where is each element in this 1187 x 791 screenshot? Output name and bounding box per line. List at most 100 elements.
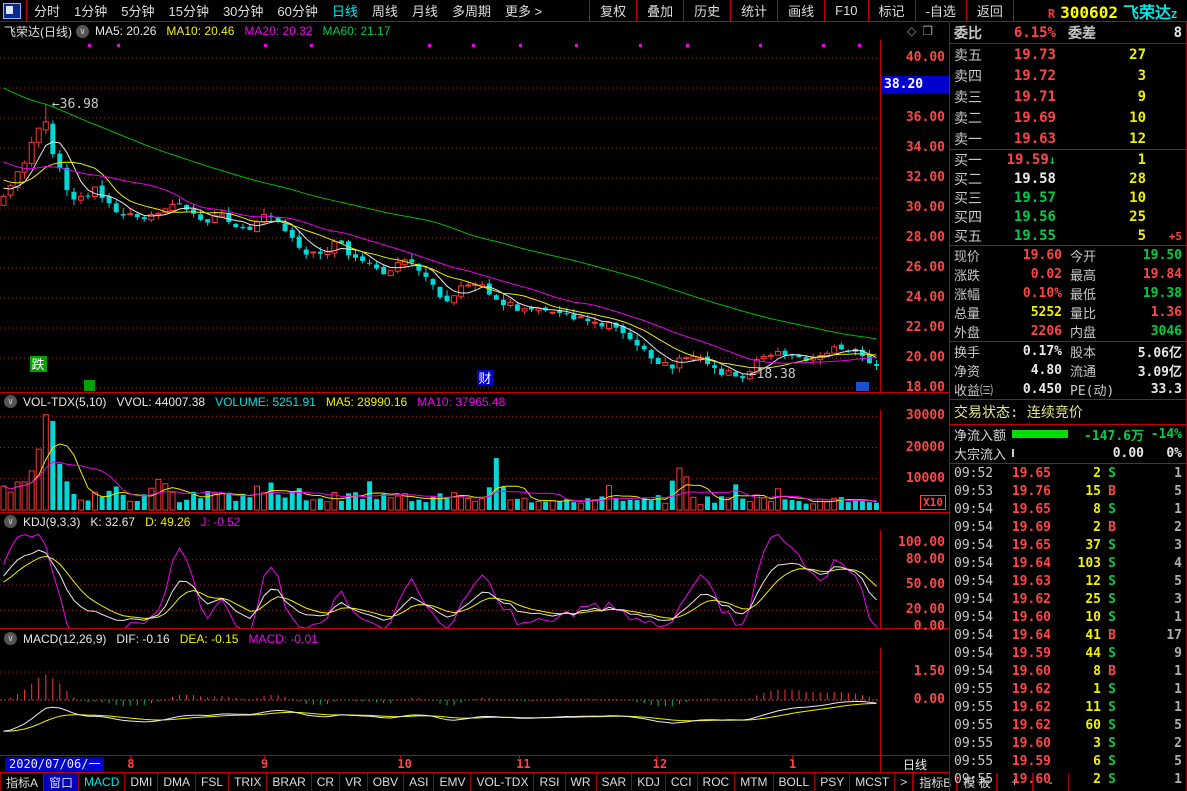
toolbar-item-cci[interactable]: CCI: [666, 773, 698, 791]
toolbar-item-roc[interactable]: ROC: [698, 773, 736, 791]
kdj-axis-label-4: 0.00: [914, 619, 945, 635]
tick-row-17: 09:5519.596S5: [950, 752, 1186, 770]
tick-count: 2: [1123, 520, 1182, 535]
menu-tab-2[interactable]: 1分钟: [67, 1, 114, 20]
bid-row-3-price: 19.57: [996, 190, 1056, 206]
menu-tab-5[interactable]: 30分钟: [216, 1, 270, 20]
toolbar-item-brar[interactable]: BRAR: [267, 773, 311, 791]
ask-row-3[interactable]: 卖三19.719: [950, 86, 1186, 107]
menu-button-7[interactable]: 标记: [869, 0, 916, 21]
tick-price: 19.60: [996, 664, 1051, 679]
tick-list[interactable]: 09:5219.652S109:5319.7615B509:5419.658S1…: [950, 464, 1186, 791]
info-row-7: 净资4.80流通3.09亿: [950, 361, 1186, 380]
ask-row-1[interactable]: 卖一19.6312: [950, 128, 1186, 149]
vol-header-seg-1: VVOL: 44007.38: [116, 395, 205, 409]
chevron-down-icon[interactable]: ∨: [4, 632, 17, 645]
toolbar-item-sar[interactable]: SAR: [597, 773, 633, 791]
ask-row-2[interactable]: 卖二19.6910: [950, 107, 1186, 128]
macd-chart[interactable]: [0, 648, 880, 755]
info-value: 3.09亿: [1118, 361, 1182, 380]
menu-button-5[interactable]: 画线: [778, 0, 825, 21]
toolbar-item-a[interactable]: 指标A: [0, 773, 44, 791]
kdj-chart[interactable]: [0, 530, 880, 628]
toolbar-item-obv[interactable]: OBV: [368, 773, 404, 791]
tick-volume: 25: [1051, 592, 1101, 607]
toolbar-item-psy[interactable]: PSY: [815, 773, 850, 791]
info-row-6: 换手0.17%股本5.06亿: [950, 342, 1186, 361]
toolbar-item-kdj[interactable]: KDJ: [632, 773, 666, 791]
menu-tab-1[interactable]: 分时: [27, 1, 67, 20]
kdj-axis: 100.0080.0050.0020.000.00: [880, 530, 949, 628]
ask-row-5-label: 卖五: [954, 45, 996, 65]
chevron-down-icon[interactable]: ∨: [76, 25, 89, 38]
menu-button-4[interactable]: 统计: [731, 0, 778, 21]
panel-icon[interactable]: ❐: [922, 24, 939, 38]
bid-row-4[interactable]: 买四19.5625: [950, 207, 1186, 226]
volume-unit-label: X10: [920, 495, 946, 510]
toolbar-item-rsi[interactable]: RSI: [534, 773, 565, 791]
toolbar-item-dmi[interactable]: DMI: [125, 773, 158, 791]
ask-row-5[interactable]: 卖五19.7327: [950, 44, 1186, 65]
tick-row-6: 09:5419.64103S4: [950, 554, 1186, 572]
chevron-down-icon[interactable]: ∨: [4, 395, 17, 408]
tick-time: 09:54: [954, 502, 996, 517]
tick-time: 09:53: [954, 484, 996, 499]
bid-row-1[interactable]: 买一19.59↓1: [950, 150, 1186, 169]
menu-button-9[interactable]: 返回: [967, 0, 1014, 21]
weibi-section: 委比6.15%委差8: [950, 22, 1186, 44]
chart-header: 飞荣达(日线) ∨ MA5: 20.26MA10: 20.46MA20: 20.…: [0, 22, 949, 40]
toolbar-item-boll[interactable]: BOLL: [774, 773, 816, 791]
toolbar-item-vr[interactable]: VR: [340, 773, 368, 791]
header-icons: ◇❐: [907, 24, 939, 38]
toolbar-item-voltdx[interactable]: VOL-TDX: [471, 773, 534, 791]
price-marker: 38.20: [881, 76, 949, 94]
ask-row-4[interactable]: 卖四19.723: [950, 65, 1186, 86]
toolbar-item-macd[interactable]: MACD: [79, 773, 125, 791]
toolbar-item-mcst[interactable]: MCST: [850, 773, 895, 791]
candlestick-chart[interactable]: ←36.98←18.38跌财: [0, 40, 880, 392]
tick-side: S: [1101, 682, 1123, 697]
status-value: 连续竞价: [1027, 402, 1083, 422]
menu-button-3[interactable]: 历史: [684, 0, 731, 21]
bid-row-2[interactable]: 买二19.5828: [950, 169, 1186, 188]
kdj-axis-label-2: 50.00: [906, 577, 945, 593]
menu-tab-10[interactable]: 多周期: [445, 1, 498, 20]
tick-volume: 2: [1051, 466, 1101, 481]
toolbar-item-[interactable]: >: [895, 773, 913, 791]
tick-side: S: [1101, 502, 1123, 517]
menu-button-1[interactable]: 复权: [590, 0, 637, 21]
chevron-down-icon[interactable]: ∨: [4, 515, 17, 528]
toolbar-item-mtm[interactable]: MTM: [735, 773, 773, 791]
menu-button-2[interactable]: 叠加: [637, 0, 684, 21]
menu-tab-7[interactable]: 日线: [325, 1, 365, 20]
menu-tab-4[interactable]: 15分钟: [161, 1, 215, 20]
toolbar-item-fsl[interactable]: FSL: [196, 773, 229, 791]
bid-row-5[interactable]: 买五19.555+5: [950, 226, 1186, 245]
menu-tab-9[interactable]: 月线: [405, 1, 445, 20]
info-label: 收益㈢: [954, 380, 1000, 399]
menu-button-8[interactable]: -自选: [916, 0, 967, 21]
info-value: 0.02: [1000, 267, 1062, 282]
tick-volume: 3: [1051, 736, 1101, 751]
toolbar-item-wr[interactable]: WR: [566, 773, 597, 791]
diamond-icon[interactable]: ◇: [907, 24, 922, 38]
toolbar-item-dma[interactable]: DMA: [158, 773, 196, 791]
menu-tab-8[interactable]: 周线: [365, 1, 405, 20]
menu-tab-11[interactable]: 更多 >: [498, 1, 549, 20]
window-icon[interactable]: [3, 3, 21, 19]
toolbar-item-asi[interactable]: ASI: [404, 773, 434, 791]
toolbar-item-cr[interactable]: CR: [312, 773, 340, 791]
menu-tab-6[interactable]: 60分钟: [270, 1, 324, 20]
tick-volume: 10: [1051, 610, 1101, 625]
volume-chart[interactable]: [0, 410, 880, 512]
stock-label: R 300602 飞荣达 Z: [1048, 0, 1177, 23]
bid-row-3[interactable]: 买三19.5710: [950, 188, 1186, 207]
menu-tab-3[interactable]: 5分钟: [114, 1, 161, 20]
vol-axis-label-2: 10000: [906, 471, 945, 487]
toolbar-item-[interactable]: 窗口: [44, 773, 79, 791]
menu-button-6[interactable]: F10: [825, 0, 868, 21]
volume-pane-header: ∨ VOL-TDX(5,10)VVOL: 44007.38VOLUME: 525…: [0, 392, 949, 410]
toolbar-item-emv[interactable]: EMV: [434, 773, 471, 791]
tick-price: 19.76: [996, 484, 1051, 499]
toolbar-item-trix[interactable]: TRIX: [229, 773, 267, 791]
